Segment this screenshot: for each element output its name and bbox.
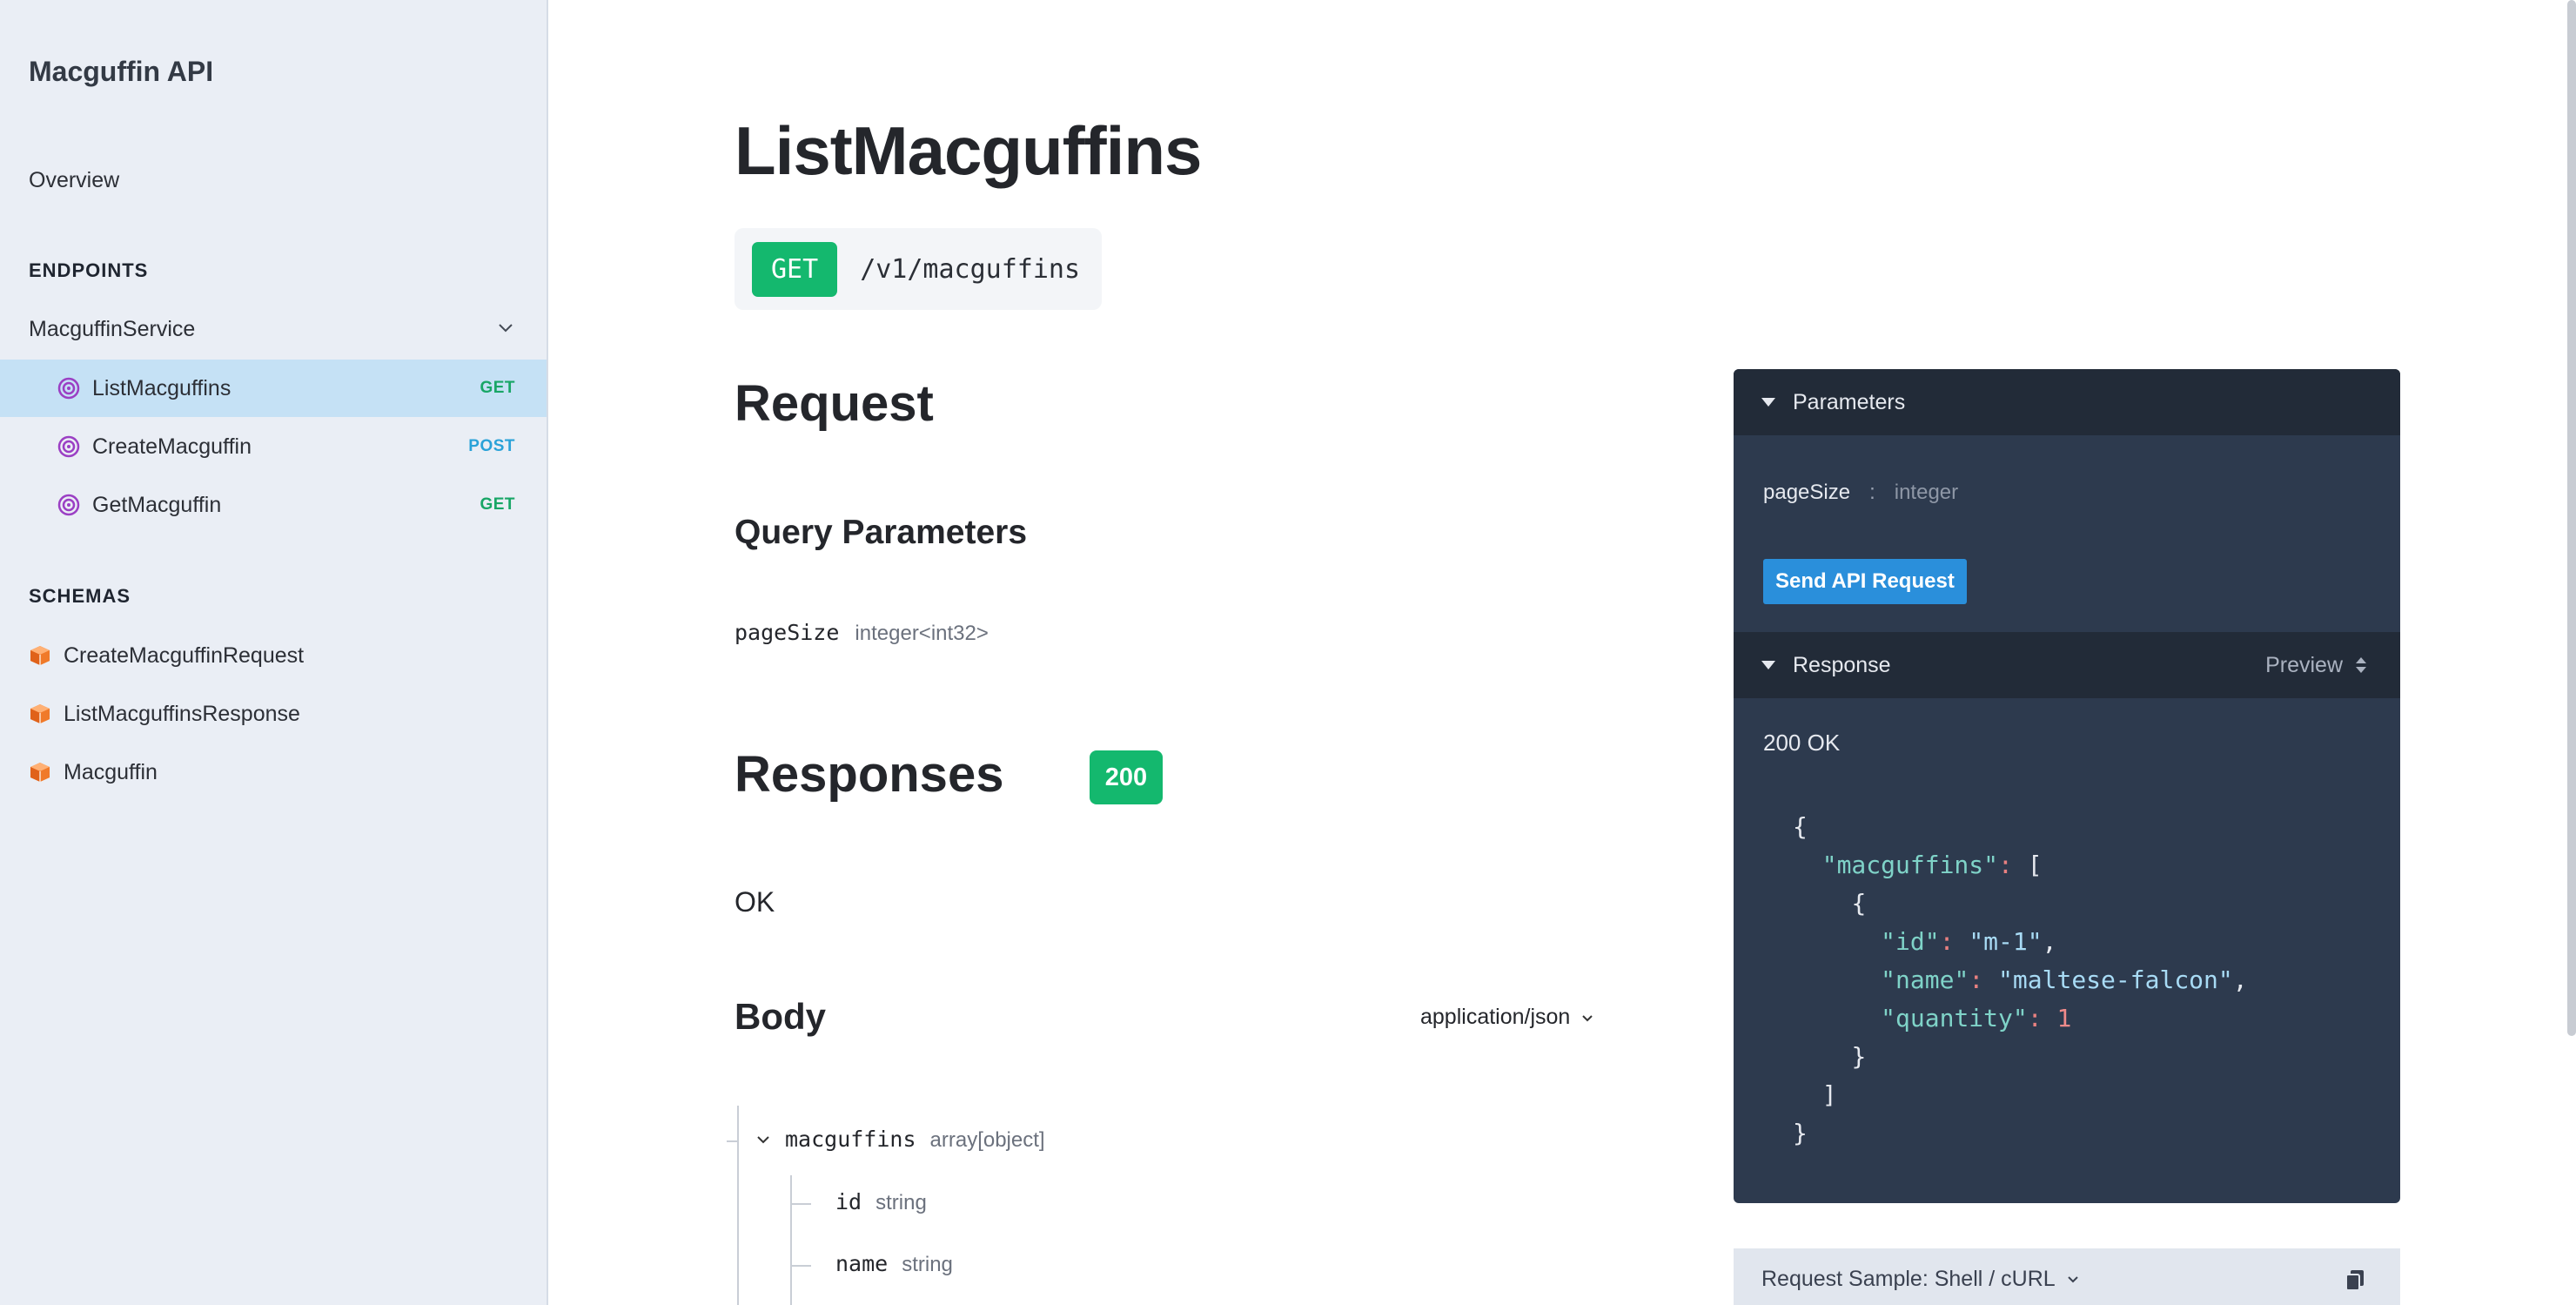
scrollbar[interactable] <box>2567 0 2576 1036</box>
method-badge: POST <box>468 437 515 455</box>
request-heading: Request <box>735 375 934 432</box>
parameters-section-header[interactable]: Parameters <box>1734 369 2400 435</box>
response-section-header[interactable]: Response Preview <box>1734 632 2400 698</box>
sidebar-item-label: Macguffin <box>64 759 158 784</box>
response-json: { "macguffins": [ { "id": "m-1", "name":… <box>1793 812 2248 1147</box>
tree-tick <box>727 1140 737 1142</box>
status-code-badge[interactable]: 200 <box>1090 750 1163 804</box>
preview-label: Preview <box>2265 652 2343 677</box>
target-icon <box>57 494 80 516</box>
method-badge: GET <box>752 241 838 297</box>
body-field-name: name string <box>835 1251 953 1277</box>
chevron-down-icon <box>757 1136 769 1144</box>
sidebar-item-listmacguffins[interactable]: ListMacguffins GET <box>0 360 547 417</box>
param-colon: : <box>1869 481 1875 504</box>
body-field-macguffins[interactable]: macguffins array[object] <box>755 1127 1045 1153</box>
query-param-row: pageSize integer<int32> <box>735 620 989 646</box>
try-it-panel: Parameters pageSize : integer Send API R… <box>1734 369 2400 1203</box>
query-parameters-heading: Query Parameters <box>735 514 1028 551</box>
status-description: OK <box>735 886 775 918</box>
sidebar-item-label: MacguffinService <box>29 316 196 341</box>
sidebar: Macguffin API Overview ENDPOINTS Macguff… <box>0 0 548 1305</box>
responses-heading: Responses <box>735 746 1004 803</box>
field-name: name <box>835 1251 889 1276</box>
sidebar-item-macguffin[interactable]: Macguffin <box>0 743 547 801</box>
sidebar-item-label: Overview <box>29 167 120 192</box>
content-type-select[interactable]: application/json <box>1420 1005 1594 1030</box>
field-type: string <box>902 1253 953 1276</box>
brand-title[interactable]: Macguffin API <box>29 56 213 88</box>
request-sample-select[interactable]: Request Sample: Shell / cURL <box>1761 1267 2080 1292</box>
sidebar-item-label: ListMacguffinsResponse <box>64 701 300 726</box>
field-type: array[object] <box>929 1128 1045 1152</box>
method-badge: GET <box>480 379 515 397</box>
body-heading: Body <box>735 996 826 1037</box>
sidebar-item-label: CreateMacguffin <box>92 434 252 459</box>
method-badge: GET <box>480 495 515 514</box>
param-name: pageSize <box>735 620 840 645</box>
sidebar-item-label: ListMacguffins <box>92 375 231 400</box>
field-name: id <box>835 1189 862 1214</box>
copy-icon[interactable] <box>2345 1269 2365 1292</box>
body-field-id: id string <box>835 1189 927 1215</box>
target-icon <box>57 435 80 458</box>
sidebar-item-createmacguffin[interactable]: CreateMacguffin POST <box>0 418 547 475</box>
field-type: string <box>875 1191 927 1214</box>
sidebar-item-label: CreateMacguffinRequest <box>64 642 305 668</box>
field-name: macguffins <box>785 1127 916 1152</box>
response-status: 200 OK <box>1763 730 1841 756</box>
cube-icon <box>30 704 50 723</box>
preview-select[interactable]: Preview <box>2265 653 2367 678</box>
param-name: pageSize <box>1763 481 1851 504</box>
request-sample-label: Request Sample: Shell / cURL <box>1761 1266 2056 1291</box>
tree-line <box>737 1106 739 1305</box>
sidebar-item-createmacguffinrequest[interactable]: CreateMacguffinRequest <box>0 627 547 684</box>
target-icon <box>57 377 80 400</box>
chevron-down-icon <box>499 324 513 333</box>
chevron-down-icon <box>1582 1014 1593 1021</box>
cube-icon <box>30 763 50 782</box>
page-title: ListMacguffins <box>735 112 1202 189</box>
sidebar-item-listmacguffinsresponse[interactable]: ListMacguffinsResponse <box>0 685 547 743</box>
chevron-down-icon <box>2067 1276 2078 1283</box>
cube-icon <box>30 646 50 665</box>
send-api-request-button[interactable]: Send API Request <box>1763 559 1967 604</box>
sidebar-item-overview[interactable]: Overview <box>0 151 547 209</box>
tree-tick <box>792 1265 811 1267</box>
caret-down-icon <box>1761 398 1775 407</box>
param-type: integer<int32> <box>855 622 989 645</box>
request-sample-bar[interactable]: Request Sample: Shell / cURL <box>1734 1248 2400 1305</box>
section-label-endpoints: ENDPOINTS <box>29 259 149 281</box>
endpoint-signature: GET /v1/macguffins <box>735 228 1102 310</box>
sidebar-item-getmacguffin[interactable]: GetMacguffin GET <box>0 476 547 534</box>
sidebar-item-macguffinservice[interactable]: MacguffinService <box>0 300 547 358</box>
sort-icon <box>2356 657 2366 673</box>
caret-down-icon <box>1761 661 1775 669</box>
response-label: Response <box>1793 652 1891 677</box>
section-label-schemas: SCHEMAS <box>29 585 131 607</box>
content-type-value: application/json <box>1420 1005 1571 1029</box>
main-content: ListMacguffins GET /v1/macguffins Reques… <box>550 0 2576 1305</box>
param-type-input[interactable]: integer <box>1895 481 1958 505</box>
endpoint-path: /v1/macguffins <box>860 253 1081 285</box>
parameters-label: Parameters <box>1793 389 1906 414</box>
param-input-row[interactable]: pageSize : integer <box>1763 481 1958 505</box>
tree-tick <box>792 1203 811 1205</box>
tree-line <box>790 1175 792 1305</box>
sidebar-item-label: GetMacguffin <box>92 492 222 517</box>
